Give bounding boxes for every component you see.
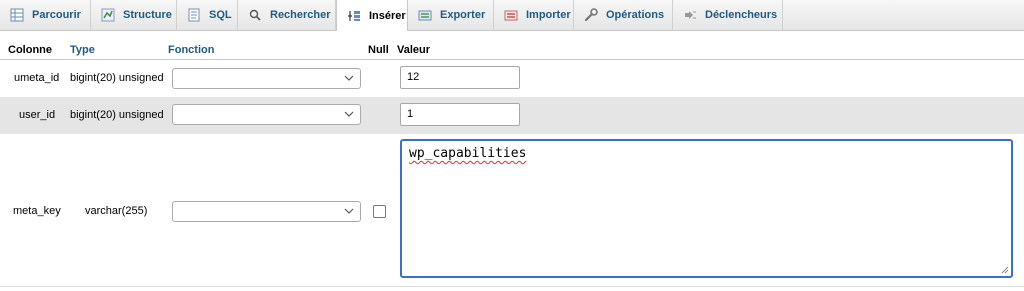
table-row: meta_key varchar(255) wp_capabilities <box>0 134 1024 287</box>
header-fonction[interactable]: Fonction <box>168 44 214 56</box>
tab-inserer[interactable]: Insérer <box>336 0 408 31</box>
table-row: umeta_id bigint(20) unsigned 12 <box>0 60 1024 97</box>
header-valeur: Valeur <box>397 44 431 56</box>
tab-label: SQL <box>209 9 232 21</box>
wrench-icon <box>584 8 598 22</box>
header-null: Null <box>368 44 389 56</box>
column-name: umeta_id <box>14 72 60 84</box>
column-name: meta_key <box>13 205 61 217</box>
tab-operations[interactable]: Opérations <box>574 0 673 30</box>
tab-structure[interactable]: Structure <box>91 0 177 30</box>
tab-label: Insérer <box>369 9 406 22</box>
table-row: user_id bigint(20) unsigned 1 <box>0 97 1024 134</box>
chevron-down-icon <box>344 75 354 81</box>
tab-label: Opérations <box>606 9 665 21</box>
column-type: varchar(255) <box>85 205 148 217</box>
resize-handle-icon[interactable] <box>1001 266 1009 274</box>
tab-rechercher[interactable]: Rechercher <box>238 0 336 30</box>
header-colonne: Colonne <box>8 44 52 56</box>
search-icon <box>248 8 262 22</box>
value-input[interactable]: 1 <box>400 103 520 126</box>
tab-sql[interactable]: SQL <box>177 0 238 30</box>
tab-parcourir[interactable]: Parcourir <box>0 0 91 30</box>
triggers-icon <box>683 8 697 22</box>
tab-importer[interactable]: Importer <box>494 0 574 30</box>
tab-declencheurs[interactable]: Déclencheurs <box>673 0 783 30</box>
chevron-down-icon <box>344 208 354 214</box>
browse-icon <box>10 8 24 22</box>
value-text: wp_capabilities <box>409 146 527 161</box>
tab-exporter[interactable]: Exporter <box>408 0 494 30</box>
function-select[interactable] <box>172 68 361 89</box>
table-header: Colonne Type Fonction Null Valeur <box>0 40 1024 60</box>
tab-label: Importer <box>526 9 571 21</box>
chevron-down-icon <box>344 111 354 117</box>
tab-label: Exporter <box>440 9 486 21</box>
header-type[interactable]: Type <box>70 44 95 56</box>
function-select[interactable] <box>172 201 361 222</box>
column-name: user_id <box>19 109 56 121</box>
value-textarea[interactable]: wp_capabilities <box>400 139 1013 278</box>
value-input[interactable]: 12 <box>400 66 520 89</box>
tab-bar: Parcourir Structure SQL Rechercher Insér… <box>0 0 1024 31</box>
tab-label: Parcourir <box>32 9 81 21</box>
sql-icon <box>187 8 201 22</box>
null-checkbox[interactable] <box>373 205 386 218</box>
structure-icon <box>101 8 115 22</box>
column-type: bigint(20) unsigned <box>70 72 164 84</box>
insert-icon <box>347 9 361 23</box>
tab-label: Déclencheurs <box>705 9 778 21</box>
column-type: bigint(20) unsigned <box>70 109 164 121</box>
function-select[interactable] <box>172 104 361 125</box>
tab-label: Structure <box>123 9 172 21</box>
tab-label: Rechercher <box>270 9 331 21</box>
export-icon <box>418 8 432 22</box>
import-icon <box>504 8 518 22</box>
